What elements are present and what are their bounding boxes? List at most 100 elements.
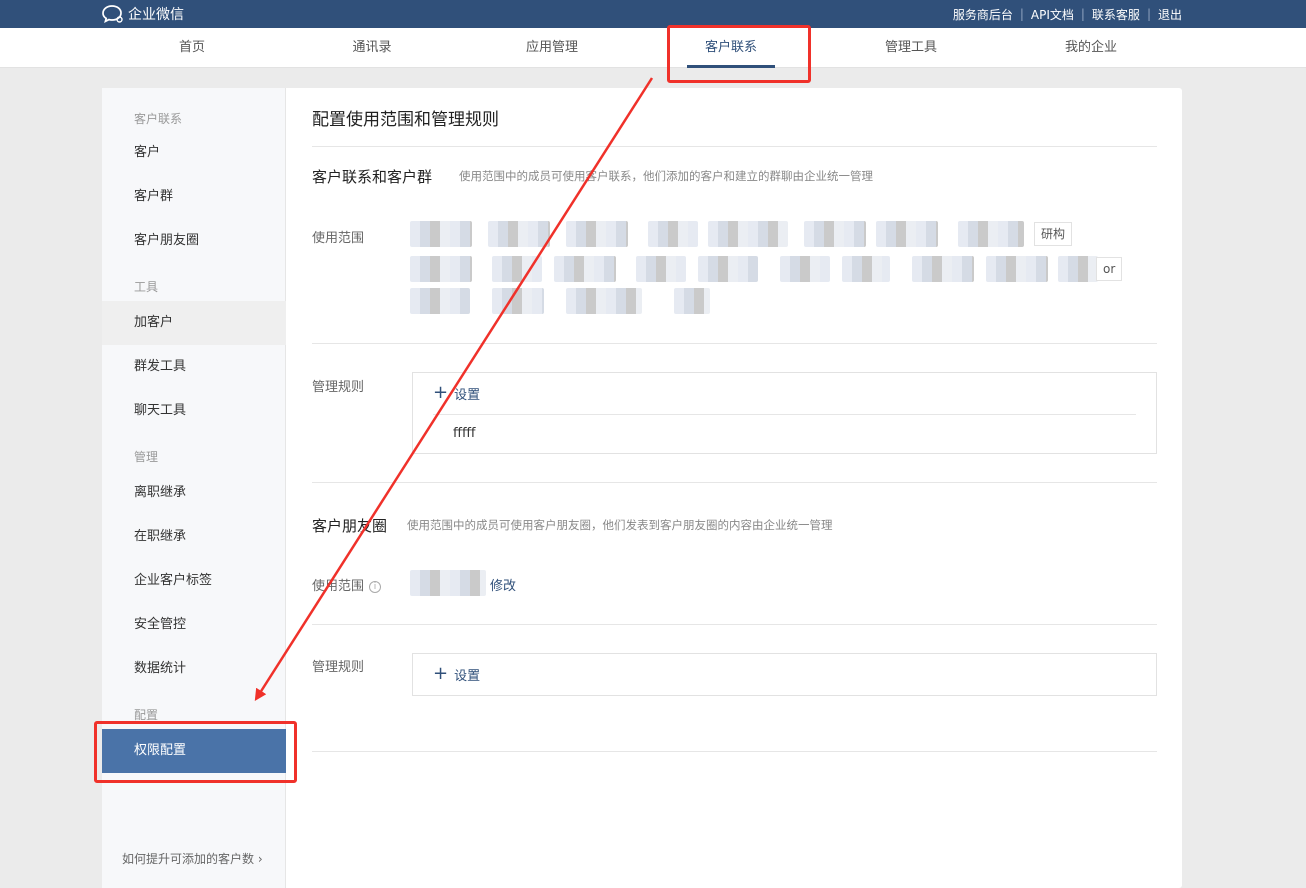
active-tab-underline <box>687 65 775 68</box>
sidebar-item-customer[interactable]: 客户 <box>102 131 286 175</box>
sidebar-item-data-stats[interactable]: 数据统计 <box>102 647 286 691</box>
sidebar-item-mass-send[interactable]: 群发工具 <box>102 345 286 389</box>
sidebar-item-permission[interactable]: 权限配置 <box>102 729 286 773</box>
main-nav: 首页 通讯录 应用管理 客户联系 管理工具 我的企业 <box>0 28 1306 68</box>
member-chip <box>566 288 642 314</box>
tab-label: 首页 <box>178 40 205 55</box>
member-chip <box>492 288 544 314</box>
member-chip-partial: or <box>1096 257 1123 281</box>
member-chip <box>912 256 974 282</box>
separator: | <box>1080 7 1085 21</box>
sidebar-group-management: 管理 <box>134 450 159 464</box>
content-area: 配置使用范围和管理规则 客户联系和客户群 使用范围中的成员可使用客户联系，他们添… <box>312 88 1157 888</box>
member-chip <box>410 570 486 596</box>
member-chip <box>566 221 628 247</box>
chevron-right-icon: › <box>257 852 263 866</box>
scope-label: 使用范围 <box>312 231 365 246</box>
modify-scope-link[interactable]: 修改 <box>490 575 516 594</box>
member-chip <box>842 256 890 282</box>
separator: | <box>1146 7 1151 21</box>
sidebar-item-moments[interactable]: 客户朋友圈 <box>102 219 286 263</box>
top-links: 服务商后台 | API文档 | 联系客服 | 退出 <box>953 0 1182 28</box>
rule-item[interactable]: fffff <box>453 426 476 441</box>
tab-home[interactable]: 首页 <box>132 28 252 68</box>
divider <box>312 482 1157 483</box>
main-card: 客户联系 客户 客户群 客户朋友圈 工具 加客户 群发工具 聊天工具 管理 离职… <box>102 88 1182 888</box>
member-chip-partial: 研构 <box>1034 222 1073 246</box>
divider <box>312 146 1157 147</box>
member-chip <box>780 256 830 282</box>
separator: | <box>1019 7 1024 21</box>
logo-text: 企业微信 <box>128 7 184 23</box>
member-chip <box>698 256 758 282</box>
rules-box-moments: + 设置 <box>412 653 1157 696</box>
section-desc-moments: 使用范围中的成员可使用客户朋友圈，他们发表到客户朋友圈的内容由企业统一管理 <box>407 518 833 532</box>
divider <box>312 624 1157 625</box>
app-logo[interactable]: 企业微信 <box>102 3 184 25</box>
member-chip <box>410 256 472 282</box>
member-chip <box>876 221 938 247</box>
tab-label: 客户联系 <box>704 40 757 55</box>
logout-link[interactable]: 退出 <box>1158 6 1182 23</box>
sidebar-item-resign-inherit[interactable]: 离职继承 <box>102 471 286 515</box>
sidebar-item-chat-tools[interactable]: 聊天工具 <box>102 389 286 433</box>
add-moments-rule-button[interactable]: + 设置 <box>433 664 480 684</box>
rules-box-customer-contact: + 设置 fffff <box>412 372 1157 454</box>
tab-label: 我的企业 <box>1064 40 1117 55</box>
sidebar-item-security[interactable]: 安全管控 <box>102 603 286 647</box>
sidebar-item-add-customer[interactable]: 加客户 <box>102 301 286 345</box>
moments-scope-label: 使用范围 <box>312 579 365 594</box>
tab-label: 应用管理 <box>525 40 578 55</box>
sidebar: 客户联系 客户 客户群 客户朋友圈 工具 加客户 群发工具 聊天工具 管理 离职… <box>102 88 286 888</box>
add-rule-button[interactable]: + 设置 <box>433 383 480 403</box>
sidebar-group-customer-contact: 客户联系 <box>134 112 183 126</box>
plus-icon: + <box>433 663 449 684</box>
member-chip <box>488 221 550 247</box>
scope-member-list: 研构 or <box>410 221 1130 321</box>
section-desc-customer-contact: 使用范围中的成员可使用客户联系，他们添加的客户和建立的群聊由企业统一管理 <box>459 169 873 183</box>
sidebar-group-tools: 工具 <box>134 280 159 294</box>
top-bar: 企业微信 服务商后台 | API文档 | 联系客服 | 退出 <box>0 0 1306 28</box>
tab-customer-contact[interactable]: 客户联系 <box>671 28 791 68</box>
moments-rules-label: 管理规则 <box>312 660 365 675</box>
sidebar-group-config: 配置 <box>134 708 159 722</box>
sidebar-item-onjob-inherit[interactable]: 在职继承 <box>102 515 286 559</box>
sidebar-item-customer-tags[interactable]: 企业客户标签 <box>102 559 286 603</box>
tab-label: 通讯录 <box>352 40 392 55</box>
member-chip <box>804 221 866 247</box>
chat-bubble-logo-icon <box>102 5 123 24</box>
member-chip <box>708 221 788 247</box>
info-icon[interactable]: i <box>369 581 382 593</box>
tab-app-management[interactable]: 应用管理 <box>492 28 612 68</box>
add-rule-label: 设置 <box>454 668 481 684</box>
divider <box>312 343 1157 344</box>
add-rule-label: 设置 <box>454 387 481 403</box>
member-chip <box>648 221 698 247</box>
member-chip <box>410 221 472 247</box>
section-title-moments: 客户朋友圈 <box>312 517 388 535</box>
tab-label: 管理工具 <box>884 40 937 55</box>
member-chip <box>986 256 1048 282</box>
api-docs-link[interactable]: API文档 <box>1031 6 1074 23</box>
member-chip <box>958 221 1024 247</box>
member-chip <box>492 256 542 282</box>
member-chip <box>636 256 686 282</box>
tab-my-company[interactable]: 我的企业 <box>1031 28 1151 68</box>
member-chip <box>674 288 710 314</box>
page-title: 配置使用范围和管理规则 <box>312 110 499 130</box>
tab-management-tools[interactable]: 管理工具 <box>851 28 971 68</box>
divider <box>312 751 1157 752</box>
sidebar-item-customer-group[interactable]: 客户群 <box>102 175 286 219</box>
moments-scope-label-wrap: 使用范围 i <box>312 575 382 594</box>
section-title-customer-contact: 客户联系和客户群 <box>312 168 433 186</box>
increase-customer-limit-link[interactable]: 如何提升可添加的客户数 › <box>122 850 263 867</box>
vendor-backend-link[interactable]: 服务商后台 <box>953 6 1013 23</box>
member-chip <box>410 288 470 314</box>
member-chip <box>554 256 616 282</box>
tab-contacts[interactable]: 通讯录 <box>312 28 432 68</box>
divider <box>433 414 1136 415</box>
member-chip <box>1058 256 1098 282</box>
contact-support-link[interactable]: 联系客服 <box>1092 6 1140 23</box>
footer-label: 如何提升可添加的客户数 <box>122 852 255 866</box>
plus-icon: + <box>433 382 449 403</box>
